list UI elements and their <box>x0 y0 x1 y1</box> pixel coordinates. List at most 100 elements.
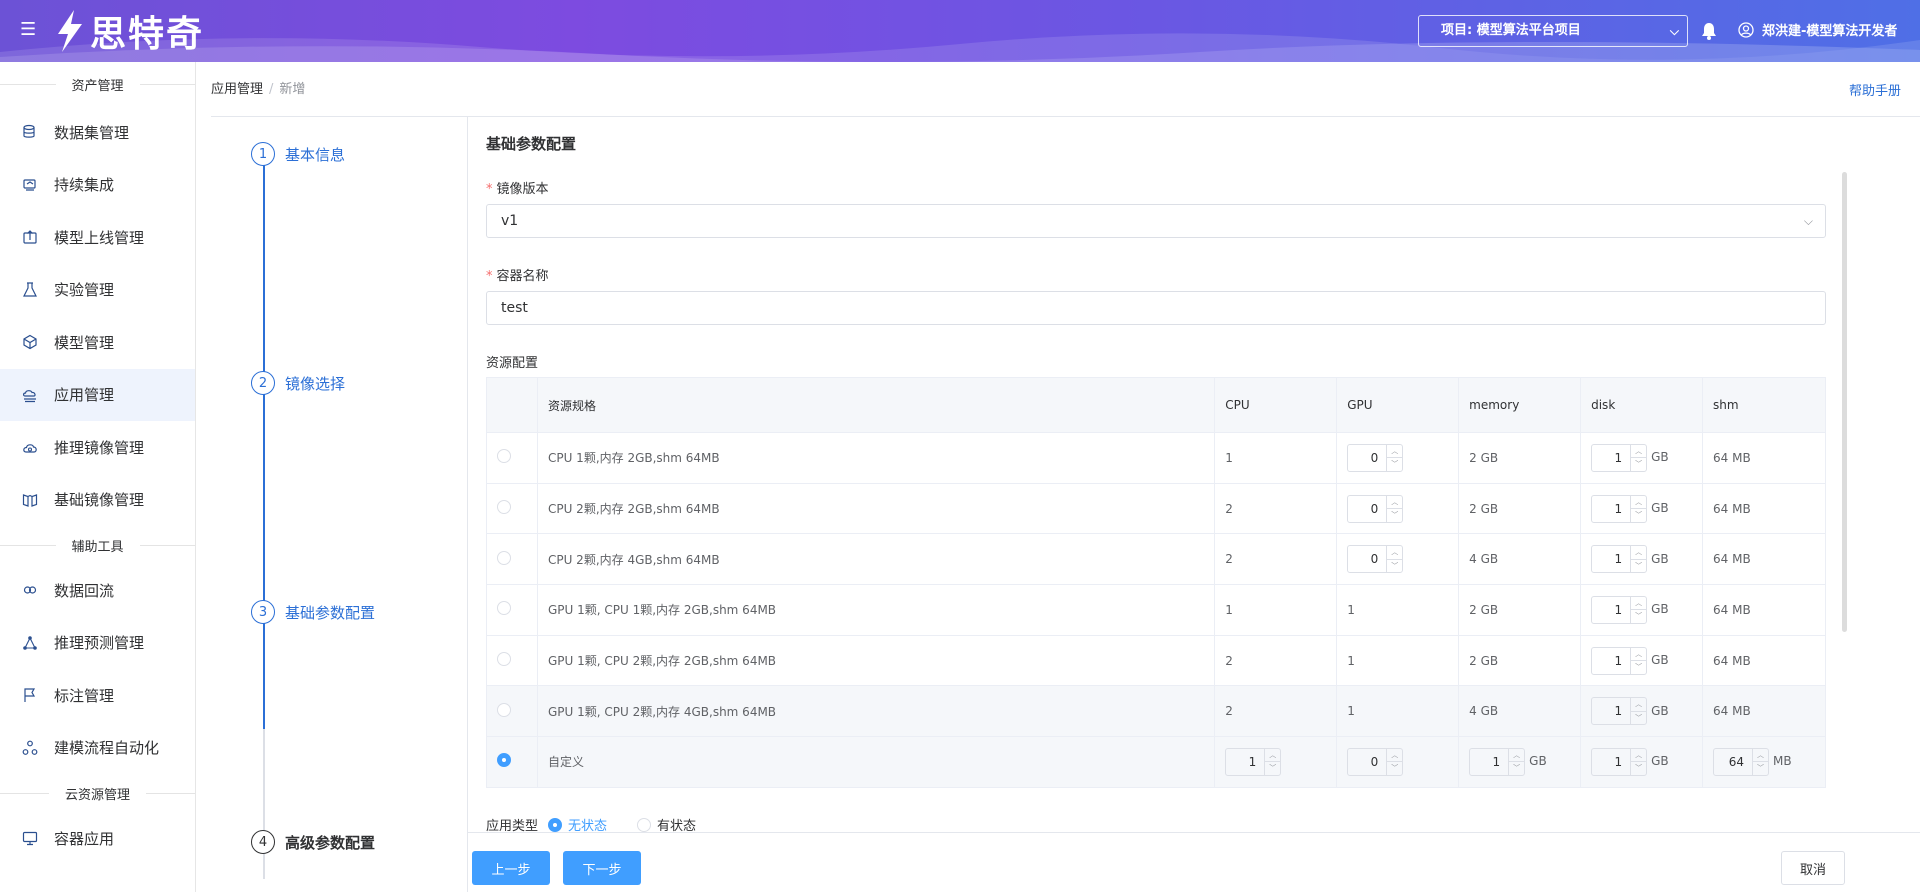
spec-radio[interactable] <box>497 601 511 616</box>
chevron-up-icon[interactable]: ︿ <box>1631 546 1646 559</box>
sidebar-item-inference-predict[interactable]: 推理预测管理 <box>0 617 195 670</box>
step-basic-info[interactable]: 1 基本信息 <box>251 142 345 166</box>
chevron-up-icon[interactable]: ︿ <box>1387 496 1402 509</box>
table-row[interactable]: CPU 1颗,内存 2GB,shm 64MB 1 0 ︿ ﹀ 2 GB 1 ︿ ﹀ GB 64 MB <box>486 432 1826 484</box>
spec-radio-selected[interactable] <box>497 753 511 768</box>
step-pending-line <box>263 729 265 879</box>
chevron-up-icon[interactable]: ︿ <box>1631 749 1646 762</box>
image-version-select[interactable]: v1 ⌵ <box>486 204 1826 238</box>
spec-radio[interactable] <box>497 652 511 667</box>
network-icon <box>23 635 37 650</box>
sidebar-item-base-image[interactable]: 基础镜像管理 <box>0 474 195 527</box>
menu-toggle-icon[interactable]: ☰ <box>20 20 40 40</box>
chevron-down-icon[interactable]: ﹀ <box>1631 508 1647 522</box>
chevron-up-icon[interactable]: ︿ <box>1387 749 1402 762</box>
number-stepper[interactable]: 1 ︿ ﹀ <box>1591 443 1648 472</box>
number-stepper[interactable]: 1 ︿ ﹀ <box>1591 545 1648 574</box>
chevron-up-icon[interactable]: ︿ <box>1265 749 1280 762</box>
chevron-down-icon[interactable]: ﹀ <box>1631 558 1647 573</box>
chevron-down-icon: ⌵ <box>1669 24 1679 38</box>
number-stepper[interactable]: 1 ︿ ﹀ <box>1225 747 1282 776</box>
brand-logo: 思特奇 <box>52 6 204 56</box>
number-stepper[interactable]: 0 ︿ ﹀ <box>1347 545 1404 574</box>
chevron-down-icon[interactable]: ﹀ <box>1631 609 1647 623</box>
chevron-up-icon[interactable]: ︿ <box>1631 597 1646 610</box>
chevron-up-icon[interactable]: ︿ <box>1753 749 1768 762</box>
chevron-up-icon[interactable]: ︿ <box>1509 749 1524 762</box>
prev-step-button[interactable]: 上一步 <box>472 851 550 885</box>
cancel-button[interactable]: 取消 <box>1781 851 1845 885</box>
image-version-label: * 镜像版本 <box>486 182 549 197</box>
cell-disk: 1 ︿ ﹀ GB <box>1580 483 1704 535</box>
sidebar-item-ci[interactable]: 持续集成 <box>0 159 195 212</box>
table-row[interactable]: CPU 2颗,内存 2GB,shm 64MB 2 0 ︿ ﹀ 2 GB 1 ︿ ﹀ GB 64 MB <box>486 483 1826 535</box>
sidebar-item-model-deploy[interactable]: 模型上线管理 <box>0 211 195 264</box>
table-row[interactable]: CPU 2颗,内存 4GB,shm 64MB 2 0 ︿ ﹀ 4 GB 1 ︿ ﹀ GB 64 MB <box>486 533 1826 586</box>
step-image-select[interactable]: 2 镜像选择 <box>251 371 345 395</box>
chevron-down-icon[interactable]: ﹀ <box>1387 457 1403 471</box>
next-step-button[interactable]: 下一步 <box>563 851 641 885</box>
chevron-down-icon[interactable]: ﹀ <box>1631 710 1647 725</box>
table-row[interactable]: GPU 1颗, CPU 1颗,内存 2GB,shm 64MB 1 1 2 GB 1 ︿ ﹀ G… <box>486 584 1826 636</box>
sidebar-item-annotation[interactable]: 标注管理 <box>0 669 195 722</box>
chevron-down-icon[interactable]: ﹀ <box>1631 660 1647 674</box>
help-manual-link[interactable]: 帮助手册 <box>1849 80 1901 99</box>
step-basic-params[interactable]: 3 基础参数配置 <box>251 600 375 624</box>
spec-radio[interactable] <box>497 550 511 565</box>
sidebar-item-experiment[interactable]: 实验管理 <box>0 264 195 317</box>
table-row[interactable]: GPU 1颗, CPU 2颗,内存 2GB,shm 64MB 2 1 2 GB 1 ︿ ﹀ G… <box>486 635 1826 687</box>
chevron-down-icon[interactable]: ﹀ <box>1631 761 1647 775</box>
sidebar-item-application[interactable]: 应用管理 <box>0 368 195 421</box>
number-stepper[interactable]: 0 ︿ ﹀ <box>1347 747 1404 776</box>
number-stepper[interactable]: 1 ︿ ﹀ <box>1591 646 1648 675</box>
form-scrollbar[interactable] <box>1842 172 1847 632</box>
chevron-down-icon[interactable]: ﹀ <box>1509 761 1525 775</box>
cell-spec: CPU 1颗,内存 2GB,shm 64MB <box>537 432 1216 484</box>
container-name-input[interactable]: test <box>486 291 1826 325</box>
number-stepper[interactable]: 1 ︿ ﹀ <box>1591 747 1648 776</box>
sidebar-item-model[interactable]: 模型管理 <box>0 316 195 369</box>
chevron-down-icon[interactable]: ﹀ <box>1387 508 1403 522</box>
number-stepper[interactable]: 1 ︿ ﹀ <box>1591 595 1648 624</box>
chevron-up-icon[interactable]: ︿ <box>1631 698 1646 711</box>
cell-disk: 1 ︿ ﹀ GB <box>1580 432 1704 484</box>
chevron-up-icon[interactable]: ︿ <box>1631 445 1646 458</box>
spec-radio[interactable] <box>497 702 511 717</box>
chevron-up-icon[interactable]: ︿ <box>1387 445 1402 458</box>
cell-gpu: 0 ︿ ﹀ <box>1336 483 1460 535</box>
user-menu[interactable]: 郑洪建-模型算法开发者 <box>1738 20 1897 39</box>
spec-radio[interactable] <box>497 500 511 515</box>
step-advanced-params[interactable]: 4 高级参数配置 <box>251 830 375 854</box>
sidebar-item-dataset[interactable]: 数据集管理 <box>0 106 195 159</box>
number-stepper[interactable]: 1 ︿ ﹀ <box>1591 697 1648 726</box>
book-icon <box>22 493 38 507</box>
number-stepper[interactable]: 1 ︿ ﹀ <box>1591 494 1648 523</box>
chevron-up-icon[interactable]: ︿ <box>1631 648 1646 661</box>
app-type-stateful-radio[interactable] <box>637 817 652 832</box>
app-type-stateless-radio[interactable] <box>548 817 563 832</box>
project-select[interactable]: 项目: 模型算法平台项目 ⌵ <box>1418 15 1688 47</box>
table-row[interactable]: GPU 1颗, CPU 2颗,内存 4GB,shm 64MB 2 1 4 GB 1 ︿ ﹀ G… <box>486 685 1826 738</box>
chevron-down-icon[interactable]: ﹀ <box>1753 761 1769 775</box>
cell-shm: 64 MB <box>1702 483 1826 535</box>
sidebar-item-container-app[interactable]: 容器应用 <box>0 812 195 865</box>
number-stepper[interactable]: 0 ︿ ﹀ <box>1347 494 1404 523</box>
chevron-up-icon[interactable]: ︿ <box>1631 496 1646 509</box>
chevron-down-icon[interactable]: ﹀ <box>1631 457 1647 471</box>
chevron-down-icon[interactable]: ﹀ <box>1265 761 1281 775</box>
sidebar-item-inference-image[interactable]: 推理镜像管理 <box>0 421 195 474</box>
table-row-custom[interactable]: 自定义 1 ︿ ﹀ 0 ︿ ﹀ 1 ︿ ﹀ GB 1 ︿ ﹀ GB 64 ︿ ﹀ MB <box>486 736 1826 788</box>
breadcrumb-item[interactable]: 应用管理 <box>211 82 263 97</box>
sidebar-item-automl[interactable]: 建模流程自动化 <box>0 722 195 775</box>
bell-icon[interactable] <box>1701 22 1717 40</box>
chevron-down-icon[interactable]: ﹀ <box>1387 558 1403 573</box>
number-stepper[interactable]: 64 ︿ ﹀ <box>1713 747 1770 776</box>
spec-radio[interactable] <box>497 449 511 464</box>
number-stepper[interactable]: 0 ︿ ﹀ <box>1347 443 1404 472</box>
chevron-up-icon[interactable]: ︿ <box>1387 546 1402 559</box>
number-stepper[interactable]: 1 ︿ ﹀ <box>1469 747 1526 776</box>
cell-memory: 1 ︿ ﹀ GB <box>1458 736 1582 788</box>
cell-cpu: 2 <box>1214 635 1338 687</box>
chevron-down-icon[interactable]: ﹀ <box>1387 761 1403 775</box>
sidebar-item-data-backflow[interactable]: 数据回流 <box>0 564 195 617</box>
